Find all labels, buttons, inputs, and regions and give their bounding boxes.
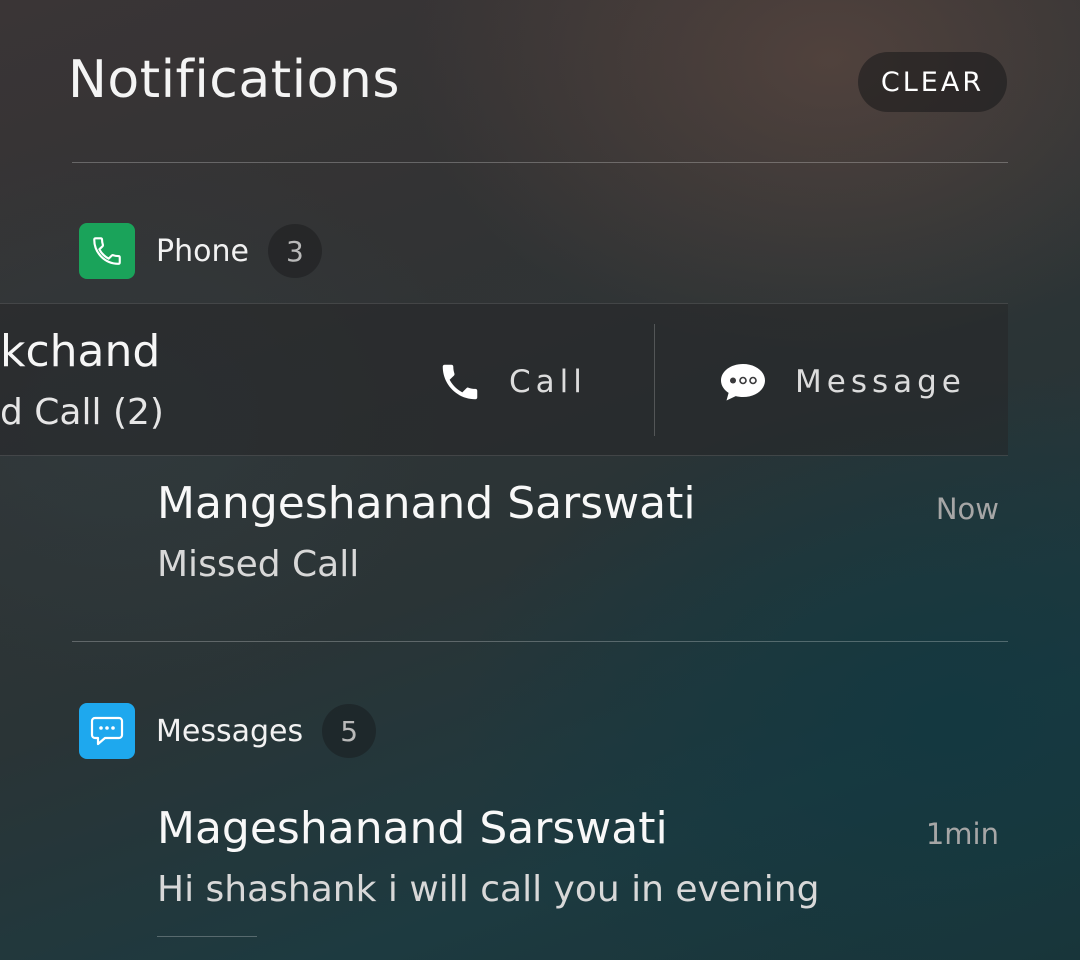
group-divider	[72, 641, 1008, 642]
call-action-label: Call	[509, 364, 587, 400]
swiped-caller-name: kchand	[0, 326, 161, 377]
chat-bubble-icon	[90, 716, 124, 746]
swiped-caller-subtitle: d Call (2)	[0, 392, 164, 433]
caller-name: Mangeshanand Sarswati	[157, 478, 696, 529]
call-icon	[437, 359, 483, 405]
action-separator	[654, 324, 655, 436]
clear-button[interactable]: CLEAR	[858, 52, 1007, 112]
call-action-button[interactable]: Call	[437, 352, 587, 412]
phone-notification-item[interactable]: Mangeshanand Sarswati Now Missed Call	[157, 478, 999, 598]
phone-app-name: Phone	[156, 233, 249, 269]
phone-app-icon	[79, 223, 135, 279]
phone-group-header[interactable]: Phone 3	[79, 223, 322, 279]
header-divider	[72, 162, 1008, 163]
notification-time: Now	[935, 492, 999, 526]
messages-app-icon	[79, 703, 135, 759]
messages-count-badge: 5	[322, 704, 377, 758]
message-action-label: Message	[795, 364, 966, 400]
swiped-notification-row[interactable]: kchand d Call (2) Call Message	[0, 303, 1008, 456]
phone-count-badge: 3	[267, 224, 322, 278]
item-divider	[157, 936, 257, 937]
message-notification-item[interactable]: Mageshanand Sarswati 1min Hi shashank i …	[157, 803, 999, 923]
message-action-button[interactable]: Message	[718, 352, 966, 412]
sender-name: Mageshanand Sarswati	[157, 803, 668, 854]
message-preview: Hi shashank i will call you in evening	[157, 869, 820, 910]
message-bubble-icon	[718, 361, 768, 403]
messages-app-name: Messages	[156, 713, 304, 749]
notifications-title: Notifications	[68, 50, 400, 110]
notification-body: Missed Call	[157, 544, 360, 585]
phone-icon	[93, 237, 121, 265]
notification-time: 1min	[925, 817, 999, 851]
messages-group-header[interactable]: Messages 5	[79, 703, 377, 759]
